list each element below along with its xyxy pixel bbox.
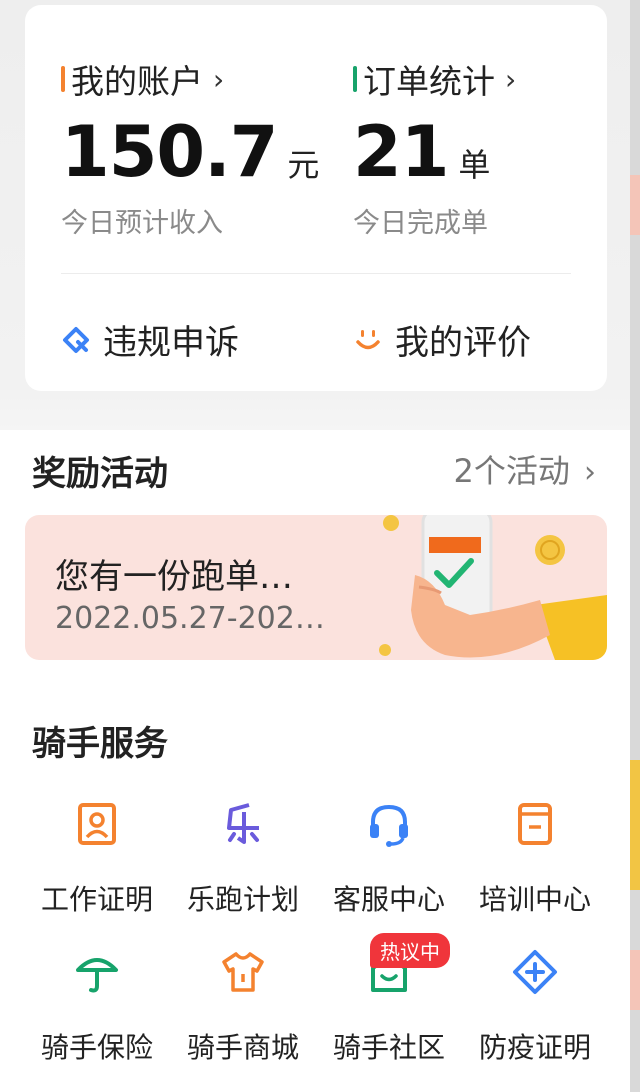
service-label: 培训中心: [478, 883, 591, 916]
service-training-center[interactable]: 培训中心: [460, 800, 610, 918]
training-icon: [518, 803, 552, 845]
orders-unit: 单: [458, 146, 491, 184]
orders-title[interactable]: 订单统计 ›: [353, 55, 516, 103]
orange-accent-bar: [61, 66, 65, 92]
chevron-right-icon: ›: [505, 62, 517, 96]
hot-badge: 热议中: [370, 933, 450, 968]
account-value: 150.7: [61, 111, 278, 193]
smile-icon: [356, 329, 380, 349]
service-label: 客服中心: [332, 883, 445, 916]
reward-banner[interactable]: 您有一份跑单… 2022.05.27-202…: [25, 515, 607, 660]
services-section-title: 骑手服务: [32, 724, 168, 764]
account-subtitle: 今日预计收入: [61, 208, 223, 239]
plus-diamond-icon: [513, 950, 557, 994]
service-epidemic-certificate[interactable]: 防疫证明: [460, 948, 610, 1066]
account-block[interactable]: 我的账户 › 150.7 元 今日预计收入: [61, 55, 319, 240]
service-customer-center[interactable]: 客服中心: [314, 800, 464, 918]
rating-label: 我的评价: [395, 323, 531, 363]
le-run-icon: [227, 803, 259, 844]
service-label: 骑手社区: [332, 1031, 445, 1064]
rating-button[interactable]: 我的评价: [353, 315, 531, 364]
appeal-button[interactable]: 违规申诉: [61, 315, 239, 364]
appeal-label: 违规申诉: [103, 323, 239, 363]
green-accent-bar: [353, 66, 357, 92]
service-label: 乐跑计划: [186, 883, 299, 916]
service-label: 骑手保险: [40, 1031, 153, 1064]
rewards-more-link[interactable]: 2个活动 ›: [453, 446, 596, 492]
summary-card: 我的账户 › 150.7 元 今日预计收入 订单统计 › 21 单 今日完成单 …: [25, 5, 607, 391]
account-title[interactable]: 我的账户 ›: [61, 55, 319, 103]
orders-block[interactable]: 订单统计 › 21 单 今日完成单: [353, 55, 516, 240]
service-le-run-plan[interactable]: 乐跑计划: [168, 800, 318, 918]
adjacent-screen-edge: [630, 0, 640, 1092]
service-rider-insurance[interactable]: 骑手保险: [22, 948, 172, 1066]
service-rider-mall[interactable]: 骑手商城: [168, 948, 318, 1066]
shirt-icon: [222, 952, 264, 992]
phone-hand-illustration: [379, 515, 607, 660]
account-unit: 元: [287, 146, 320, 184]
appeal-icon: [63, 326, 89, 353]
service-label: 骑手商城: [186, 1031, 299, 1064]
rewards-more-label: 2个活动: [453, 452, 570, 490]
headset-icon: [370, 804, 408, 847]
banner-title: 您有一份跑单…: [55, 557, 293, 597]
chevron-right-icon: ›: [584, 455, 596, 490]
chevron-right-icon: ›: [213, 62, 225, 96]
banner-date: 2022.05.27-202…: [55, 601, 325, 636]
umbrella-icon: [76, 958, 118, 993]
service-label: 防疫证明: [478, 1031, 591, 1064]
service-work-certificate[interactable]: 工作证明: [22, 800, 172, 918]
account-title-label: 我的账户: [71, 62, 203, 101]
rewards-section-title: 奖励活动: [32, 454, 168, 494]
id-card-icon: [78, 803, 116, 845]
orders-value: 21: [353, 111, 449, 193]
service-label: 工作证明: [40, 883, 153, 916]
card-divider: [61, 273, 571, 274]
orders-title-label: 订单统计: [363, 62, 495, 101]
orders-subtitle: 今日完成单: [353, 208, 488, 239]
